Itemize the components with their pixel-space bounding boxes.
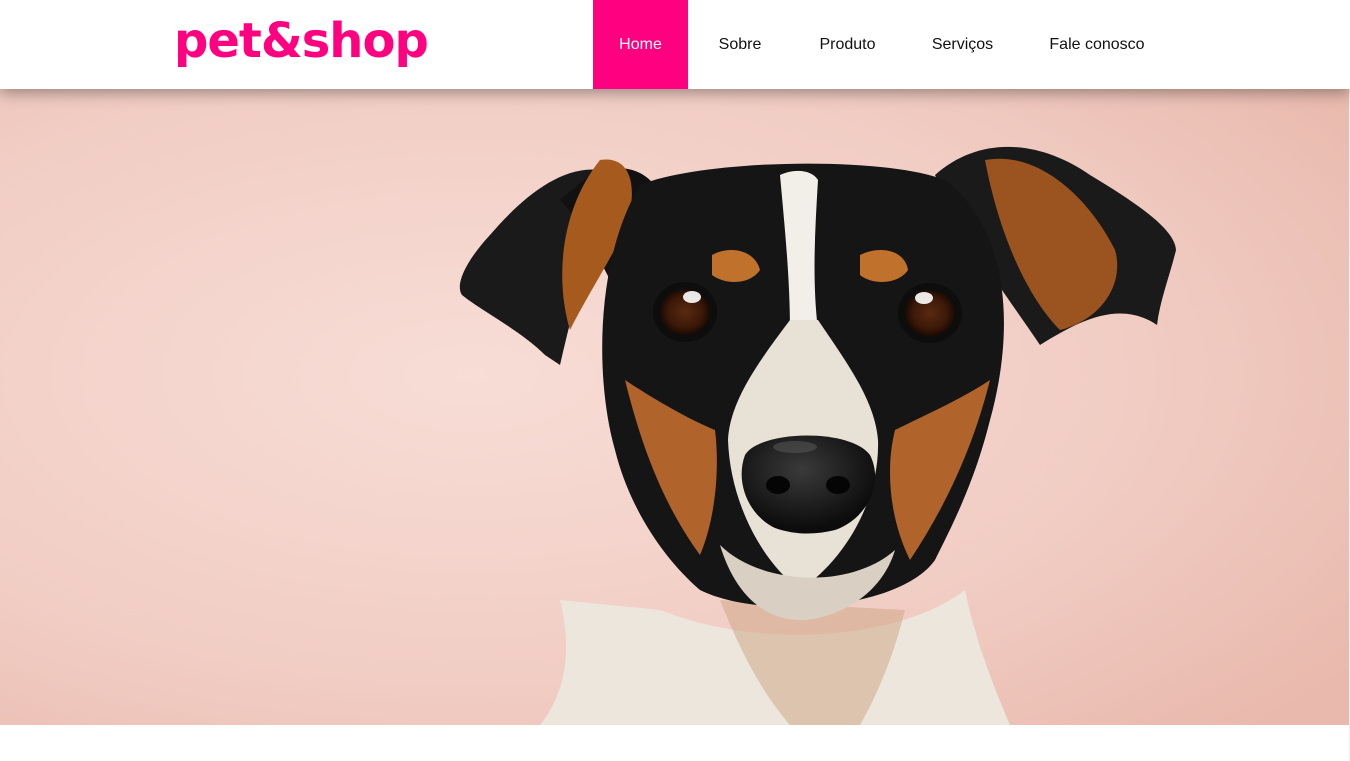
nav-servicos[interactable]: Serviços <box>903 0 1022 89</box>
page-content-area <box>0 725 1350 761</box>
nav-fale-conosco[interactable]: Fale conosco <box>1022 0 1172 89</box>
logo[interactable]: pet&shop <box>174 10 429 72</box>
nav-home[interactable]: Home <box>593 0 688 89</box>
nav-sobre[interactable]: Sobre <box>688 0 792 89</box>
hero-dog-image <box>0 89 1349 725</box>
hero-banner <box>0 89 1349 725</box>
site-header: pet&shop Home Sobre Produto Serviços Fal… <box>0 0 1350 89</box>
main-nav: Home Sobre Produto Serviços Fale conosco <box>593 0 1172 89</box>
nav-produto[interactable]: Produto <box>792 0 903 89</box>
